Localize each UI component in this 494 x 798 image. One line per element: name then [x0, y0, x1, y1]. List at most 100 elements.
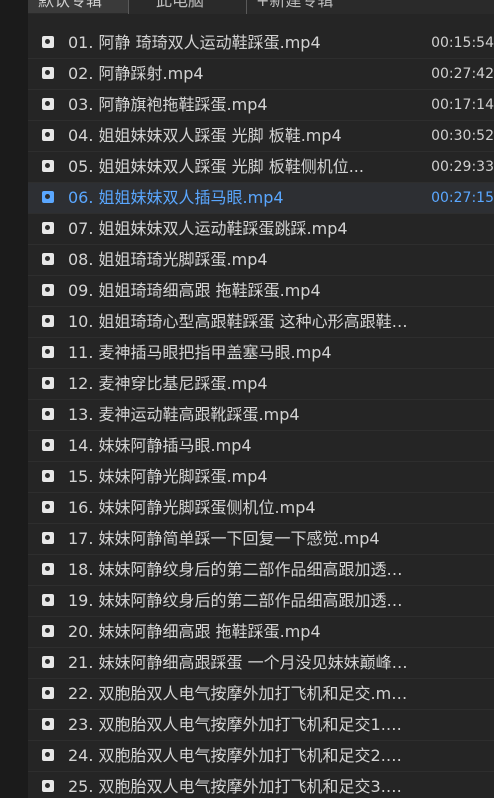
- list-item-title: 15. 妹妹阿静光脚踩蛋.mp4: [68, 467, 268, 486]
- tab-default-album[interactable]: 默认专辑: [28, 0, 128, 13]
- list-item-title: 12. 麦神穿比基尼踩蛋.mp4: [68, 374, 268, 393]
- list-item[interactable]: 11. 麦神插马眼把指甲盖塞马眼.mp4: [28, 338, 494, 369]
- list-item[interactable]: 05. 姐姐妹妹双人踩蛋 光脚 板鞋侧机位... 00:29:33: [28, 152, 494, 183]
- video-file-icon: [42, 749, 54, 761]
- list-item-duration: [423, 250, 494, 270]
- tab-divider: [128, 0, 129, 14]
- list-item-duration: [423, 436, 494, 456]
- list-item-title: 24. 双胞胎双人电气按摩外加打飞机和足交2.mp4: [68, 746, 408, 765]
- player-panel: 默认专辑 此电脑 +新建专辑 01. 阿静 琦琦双人运动鞋踩蛋.mp4 00:15…: [0, 0, 494, 798]
- video-file-icon: [42, 532, 54, 544]
- list-item-title: 23. 双胞胎双人电气按摩外加打飞机和足交1.mp4: [68, 715, 408, 734]
- list-item[interactable]: 18. 妹妹阿静纹身后的第二部作品细高跟加透明踩...: [28, 555, 494, 586]
- list-item[interactable]: 01. 阿静 琦琦双人运动鞋踩蛋.mp4 00:15:54: [28, 28, 494, 59]
- video-file-icon: [42, 563, 54, 575]
- list-item[interactable]: 10. 姐姐琦琦心型高跟鞋踩蛋 这种心形高跟鞋踩起...: [28, 307, 494, 338]
- list-item-duration: 00:15:54: [431, 35, 494, 51]
- video-file-icon: [42, 129, 54, 141]
- list-item[interactable]: 14. 妹妹阿静插马眼.mp4: [28, 431, 494, 462]
- list-item-duration: [423, 374, 494, 394]
- list-item-title: 21. 妹妹阿静细高跟踩蛋 一个月没见妹妹巅峰状态...: [68, 653, 408, 672]
- list-item[interactable]: 08. 姐姐琦琦光脚踩蛋.mp4: [28, 245, 494, 276]
- list-item-title: 16. 妹妹阿静光脚踩蛋侧机位.mp4: [68, 498, 316, 517]
- video-file-icon: [42, 191, 54, 203]
- list-item-title: 09. 姐姐琦琦细高跟 拖鞋踩蛋.mp4: [68, 281, 321, 300]
- video-file-icon: [42, 36, 54, 48]
- list-item[interactable]: 03. 阿静旗袍拖鞋踩蛋.mp4 00:17:14: [28, 90, 494, 121]
- list-item-duration: [423, 312, 494, 332]
- list-item-title: 07. 姐姐妹妹双人运动鞋踩蛋跳踩.mp4: [68, 219, 348, 238]
- album-tabs: 默认专辑 此电脑 +新建专辑: [28, 0, 494, 14]
- list-item-duration: [423, 684, 494, 704]
- list-item[interactable]: 02. 阿静踩射.mp4 00:27:42: [28, 59, 494, 90]
- list-item-duration: [423, 405, 494, 425]
- list-item-title: 06. 姐姐妹妹双人插马眼.mp4: [68, 188, 284, 207]
- list-item-title: 01. 阿静 琦琦双人运动鞋踩蛋.mp4: [68, 33, 321, 52]
- list-item[interactable]: 24. 双胞胎双人电气按摩外加打飞机和足交2.mp4: [28, 741, 494, 772]
- list-item[interactable]: 25. 双胞胎双人电气按摩外加打飞机和足交3.mp4: [28, 772, 494, 798]
- list-item-duration: [423, 653, 494, 673]
- list-item[interactable]: 17. 妹妹阿静简单踩一下回复一下感觉.mp4: [28, 524, 494, 555]
- video-file-icon: [42, 98, 54, 110]
- list-item[interactable]: 06. 姐姐妹妹双人插马眼.mp4 00:27:15: [28, 183, 494, 214]
- video-file-icon: [42, 346, 54, 358]
- list-item-title: 04. 姐姐妹妹双人踩蛋 光脚 板鞋.mp4: [68, 126, 342, 145]
- list-item[interactable]: 07. 姐姐妹妹双人运动鞋踩蛋跳踩.mp4: [28, 214, 494, 245]
- list-item-duration: 00:29:33: [431, 159, 494, 175]
- list-item[interactable]: 15. 妹妹阿静光脚踩蛋.mp4: [28, 462, 494, 493]
- video-file-icon: [42, 377, 54, 389]
- list-item-duration: [423, 281, 494, 301]
- video-file-icon: [42, 222, 54, 234]
- list-item-duration: [423, 467, 494, 487]
- list-item-duration: [423, 219, 494, 239]
- list-item-duration: [423, 622, 494, 642]
- list-item[interactable]: 16. 妹妹阿静光脚踩蛋侧机位.mp4: [28, 493, 494, 524]
- list-item[interactable]: 12. 麦神穿比基尼踩蛋.mp4: [28, 369, 494, 400]
- list-item-duration: [423, 715, 494, 735]
- list-item-title: 19. 妹妹阿静纹身后的第二部作品细高跟加透明踩...: [68, 591, 408, 610]
- video-file-icon: [42, 67, 54, 79]
- tab-divider: [246, 0, 247, 14]
- list-item-title: 10. 姐姐琦琦心型高跟鞋踩蛋 这种心形高跟鞋踩起...: [68, 312, 408, 331]
- video-file-icon: [42, 470, 54, 482]
- list-item-duration: [423, 529, 494, 549]
- list-item-duration: [423, 746, 494, 766]
- list-item-duration: [423, 777, 494, 797]
- list-item-duration: [423, 343, 494, 363]
- list-item[interactable]: 22. 双胞胎双人电气按摩外加打飞机和足交.mp4: [28, 679, 494, 710]
- playlist: 01. 阿静 琦琦双人运动鞋踩蛋.mp4 00:15:54 02. 阿静踩射.mp4…: [28, 28, 494, 798]
- tab-this-pc[interactable]: 此电脑: [156, 0, 204, 13]
- list-item[interactable]: 04. 姐姐妹妹双人踩蛋 光脚 板鞋.mp4 00:30:52: [28, 121, 494, 152]
- list-item-title: 05. 姐姐妹妹双人踩蛋 光脚 板鞋侧机位...: [68, 157, 364, 176]
- list-item-title: 02. 阿静踩射.mp4: [68, 64, 204, 83]
- list-item[interactable]: 23. 双胞胎双人电气按摩外加打飞机和足交1.mp4: [28, 710, 494, 741]
- list-item-title: 20. 妹妹阿静细高跟 拖鞋踩蛋.mp4: [68, 622, 321, 641]
- list-item[interactable]: 09. 姐姐琦琦细高跟 拖鞋踩蛋.mp4: [28, 276, 494, 307]
- list-item-title: 03. 阿静旗袍拖鞋踩蛋.mp4: [68, 95, 268, 114]
- list-item-duration: 00:27:15: [431, 190, 494, 206]
- video-file-icon: [42, 315, 54, 327]
- list-item-title: 13. 麦神运动鞋高跟靴踩蛋.mp4: [68, 405, 300, 424]
- video-file-icon: [42, 501, 54, 513]
- list-item-duration: [423, 498, 494, 518]
- tab-new-album[interactable]: +新建专辑: [256, 0, 333, 13]
- left-strip: [0, 0, 28, 798]
- list-item-duration: 00:27:42: [431, 66, 494, 82]
- list-item-title: 08. 姐姐琦琦光脚踩蛋.mp4: [68, 250, 268, 269]
- video-file-icon: [42, 780, 54, 792]
- list-item-title: 25. 双胞胎双人电气按摩外加打飞机和足交3.mp4: [68, 777, 408, 796]
- list-item-duration: [423, 560, 494, 580]
- list-item-duration: 00:17:14: [431, 97, 494, 113]
- list-item[interactable]: 19. 妹妹阿静纹身后的第二部作品细高跟加透明踩...: [28, 586, 494, 617]
- video-file-icon: [42, 284, 54, 296]
- list-item[interactable]: 20. 妹妹阿静细高跟 拖鞋踩蛋.mp4: [28, 617, 494, 648]
- list-item-title: 14. 妹妹阿静插马眼.mp4: [68, 436, 252, 455]
- video-file-icon: [42, 687, 54, 699]
- video-file-icon: [42, 439, 54, 451]
- list-item[interactable]: 13. 麦神运动鞋高跟靴踩蛋.mp4: [28, 400, 494, 431]
- video-file-icon: [42, 253, 54, 265]
- list-item[interactable]: 21. 妹妹阿静细高跟踩蛋 一个月没见妹妹巅峰状态...: [28, 648, 494, 679]
- video-file-icon: [42, 718, 54, 730]
- video-file-icon: [42, 594, 54, 606]
- list-item-title: 17. 妹妹阿静简单踩一下回复一下感觉.mp4: [68, 529, 380, 548]
